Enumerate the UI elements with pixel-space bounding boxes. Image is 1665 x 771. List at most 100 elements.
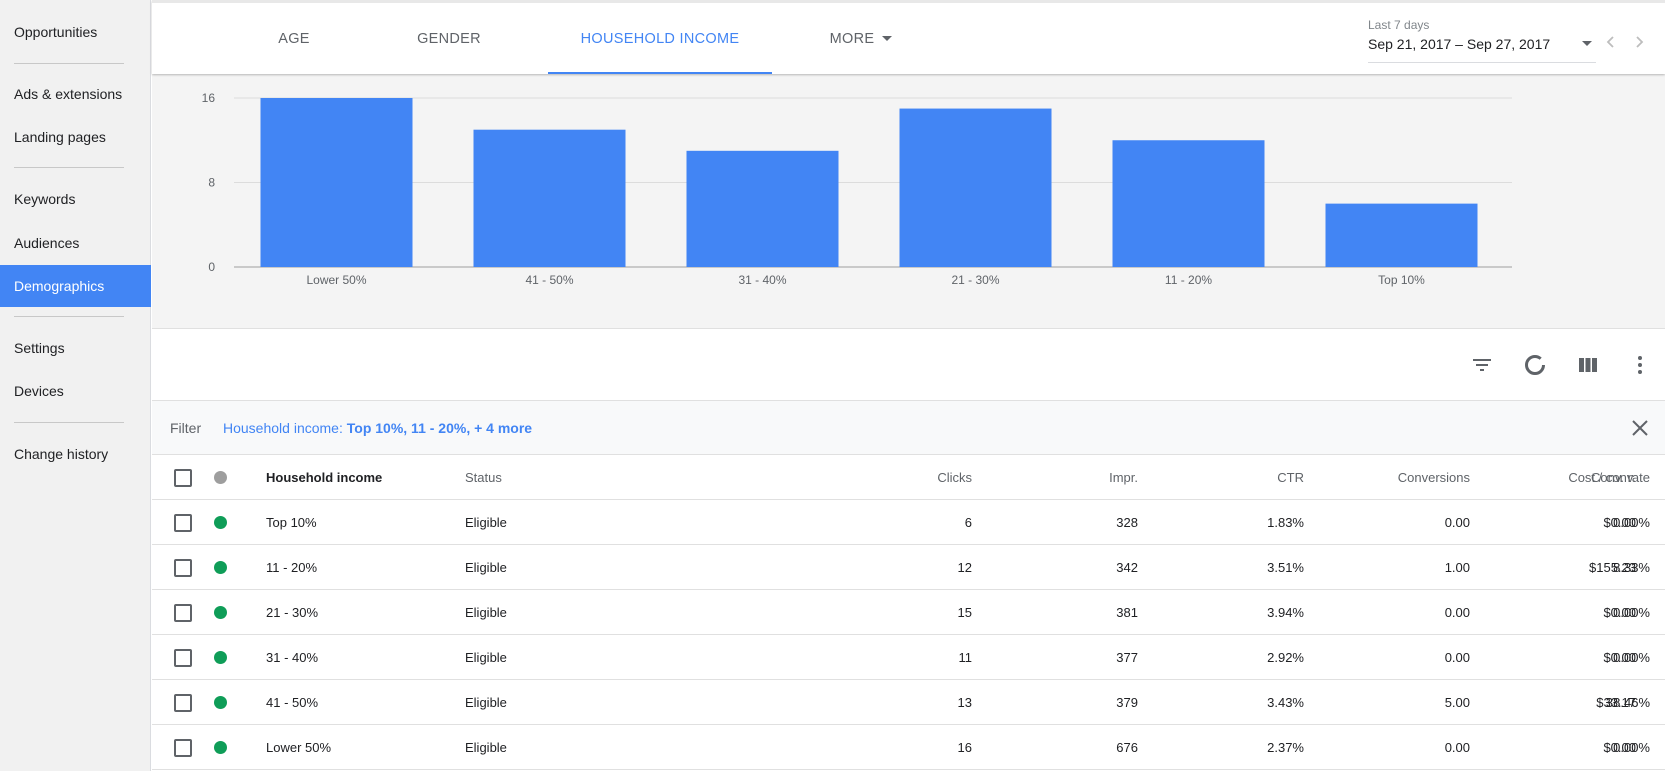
household-income-cell: Top 10% [266,515,317,530]
columns-icon[interactable] [1576,353,1600,377]
conversions-cell: 0.00 [1444,605,1470,620]
table-row[interactable]: 31 - 40% Eligible 11 377 2.92% 0.00 $0.00 0.00% [152,635,1665,680]
household-income-cell: 11 - 20% [266,560,318,575]
row-checkbox[interactable] [174,604,192,622]
column-header-status[interactable]: Status [465,455,502,500]
bar-chart-svg: 0 8 16 Lower 50% 41 - 50% 31 - 40% 21 - 30% 11 … [202,91,1512,287]
clicks-cell: 12 [957,560,972,575]
tab-household-income[interactable]: HOUSEHOLD INCOME [548,3,772,74]
sidebar-item-opportunities[interactable]: Opportunities [0,11,151,53]
ctr-cell: 1.83% [1267,515,1304,530]
select-all-checkbox[interactable] [174,469,192,487]
tab-label: AGE [278,30,310,47]
chart-bar[interactable] [260,98,413,267]
column-header-impr[interactable]: Impr. [972,455,1138,500]
row-checkbox[interactable] [174,649,192,667]
status-dot-header [214,471,227,484]
tab-more-dropdown[interactable]: MORE [806,3,916,74]
status-dot [214,741,227,754]
impr-cell: 342 [1116,560,1138,575]
x-tick-label: Lower 50% [306,273,366,287]
y-tick-label: 16 [202,91,216,105]
chevron-right-icon[interactable] [1632,33,1646,53]
tab-gender[interactable]: GENDER [386,3,512,74]
ctr-cell: 3.94% [1267,605,1304,620]
chart-bar[interactable] [1112,140,1265,267]
filter-label: Filter [170,420,202,436]
table-toolbar [152,329,1665,401]
table-row[interactable]: 11 - 20% Eligible 12 342 3.51% 1.00 $155.23 8.3… [152,545,1665,590]
status-dot [214,651,227,664]
sidebar-divider [14,167,124,168]
conversions-cell: 0.00 [1444,740,1470,755]
more-vert-icon[interactable] [1628,353,1652,377]
sidebar-item-ads-extensions[interactable]: Ads & extensions [0,73,151,115]
filter-chip-prefix: Household income: [223,420,347,436]
tab-label: GENDER [417,30,481,47]
status-cell: Eligible [465,515,507,530]
status-dot [214,561,227,574]
clicks-cell: 6 [964,515,972,530]
conv-rate-cell: 38.46% [1605,695,1650,710]
household-income-cell: 41 - 50% [266,695,319,710]
column-header-conversions[interactable]: Conversions [1304,455,1470,500]
row-checkbox[interactable] [174,514,192,532]
x-tick-label: Top 10% [1378,273,1425,287]
conversions-cell: 0.00 [1444,515,1470,530]
table-row[interactable]: Lower 50% Eligible 16 676 2.37% 0.00 $0.00 0.00… [152,725,1665,770]
ctr-cell: 2.37% [1267,740,1304,755]
status-cell: Eligible [465,650,507,665]
segment-icon[interactable] [1523,353,1547,377]
household-income-cell: Lower 50% [266,740,332,755]
conversions-cell: 1.00 [1444,560,1470,575]
column-header-ctr[interactable]: CTR [1138,455,1304,500]
close-icon[interactable] [1629,417,1651,439]
status-cell: Eligible [465,695,507,710]
filter-bar: Filter Household income: Top 10%, 11 - 2… [152,400,1665,455]
household-income-cell: 21 - 30% [266,605,319,620]
conv-rate-cell: 0.00% [1613,605,1650,620]
chart-bar[interactable] [686,150,839,267]
row-checkbox[interactable] [174,694,192,712]
filter-icon[interactable] [1470,353,1494,377]
tab-age[interactable]: AGE [246,3,342,74]
active-tab-indicator [548,72,772,74]
tab-label: HOUSEHOLD INCOME [580,30,740,47]
date-range-picker[interactable]: Last 7 days Sep 21, 2017 – Sep 27, 2017 [1368,15,1596,63]
status-cell: Eligible [465,560,507,575]
sidebar-item-change-history[interactable]: Change history [0,433,151,475]
row-checkbox[interactable] [174,559,192,577]
column-header-household-income[interactable]: Household income [266,455,382,500]
chart-bar[interactable] [1325,203,1478,267]
sidebar-item-demographics[interactable]: Demographics [0,265,151,307]
main-content: AGE GENDER HOUSEHOLD INCOME MORE Last 7 … [152,0,1665,771]
row-checkbox[interactable] [174,739,192,757]
sidebar-item-settings[interactable]: Settings [0,327,151,369]
date-range-label: Last 7 days [1368,18,1430,32]
chart-bar[interactable] [899,108,1052,267]
conversions-cell: 5.00 [1444,695,1470,710]
y-tick-label: 0 [208,260,215,274]
sidebar-divider [14,63,124,64]
table-row[interactable]: Top 10% Eligible 6 328 1.83% 0.00 $0.00 0.00% [152,500,1665,545]
sidebar-item-keywords[interactable]: Keywords [0,178,151,220]
filter-chip[interactable]: Household income: Top 10%, 11 - 20%, + 4… [223,420,532,436]
sidebar-item-audiences[interactable]: Audiences [0,222,151,264]
x-tick-label: 21 - 30% [951,273,999,287]
y-tick-label: 8 [208,176,215,190]
sidebar-item-devices[interactable]: Devices [0,370,151,412]
status-dot [214,516,227,529]
table-row[interactable]: 41 - 50% Eligible 13 379 3.43% 5.00 $33.17 38.4… [152,680,1665,725]
sidebar-item-landing-pages[interactable]: Landing pages [0,116,151,158]
chevron-left-icon[interactable] [1604,33,1618,53]
table-row[interactable]: 21 - 30% Eligible 15 381 3.94% 0.00 $0.00 0.00% [152,590,1665,635]
column-header-conv-rate[interactable]: Conv. rate [1476,455,1650,500]
sidebar-divider [14,422,124,423]
clicks-cell: 16 [957,740,972,755]
conv-rate-cell: 0.00% [1613,515,1650,530]
table-header-row: Household income Status Clicks Impr. CTR… [152,455,1665,500]
ctr-cell: 3.51% [1267,560,1304,575]
segment-tab-bar: AGE GENDER HOUSEHOLD INCOME MORE Last 7 … [152,0,1665,74]
chart-bar[interactable] [473,129,626,267]
column-header-clicks[interactable]: Clicks [712,455,972,500]
